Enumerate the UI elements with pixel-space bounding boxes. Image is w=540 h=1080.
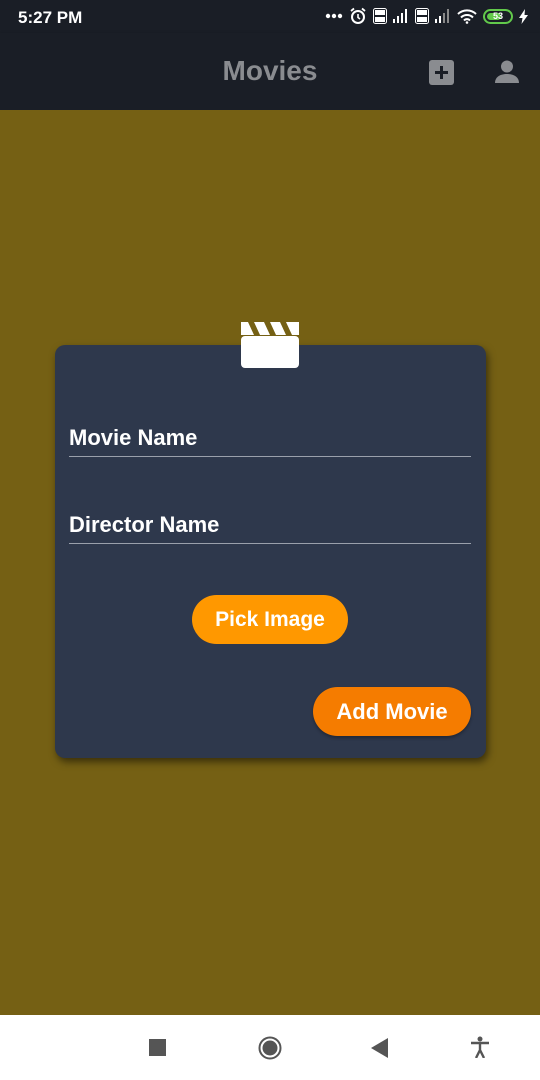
pick-image-button[interactable]: Pick Image bbox=[192, 595, 348, 644]
recents-square-icon[interactable] bbox=[149, 1039, 166, 1056]
volte-icon bbox=[415, 8, 429, 24]
app-bar: Movies bbox=[0, 33, 540, 110]
status-time: 5:27 PM bbox=[18, 8, 83, 27]
app-title: Movies bbox=[222, 55, 318, 86]
system-nav-bar bbox=[0, 1015, 540, 1080]
volte-icon bbox=[373, 8, 387, 24]
director-name-field[interactable]: Director Name bbox=[69, 504, 471, 544]
add-movie-button[interactable]: Add Movie bbox=[313, 687, 471, 736]
signal-icon bbox=[393, 9, 409, 23]
wifi-icon bbox=[457, 8, 477, 24]
battery-icon: 53 bbox=[483, 8, 513, 24]
home-circle-icon[interactable] bbox=[258, 1036, 282, 1060]
accessibility-icon[interactable] bbox=[470, 1036, 490, 1059]
add-box-icon[interactable] bbox=[429, 60, 454, 85]
add-movie-card: Movie Name Director Name Pick Image Add … bbox=[55, 345, 486, 758]
status-icons: 53 bbox=[325, 7, 528, 25]
alarm-icon bbox=[349, 7, 367, 25]
clapperboard-icon bbox=[240, 320, 300, 368]
person-icon[interactable] bbox=[494, 59, 520, 85]
director-name-input[interactable] bbox=[69, 504, 471, 543]
status-bar: 5:27 PM 53 bbox=[0, 0, 540, 33]
signal-icon bbox=[435, 9, 451, 23]
movie-name-input[interactable] bbox=[69, 417, 471, 456]
more-dots-icon bbox=[325, 13, 343, 19]
movie-name-field[interactable]: Movie Name bbox=[69, 417, 471, 457]
back-triangle-icon[interactable] bbox=[371, 1038, 389, 1058]
page-body: Movie Name Director Name Pick Image Add … bbox=[0, 110, 540, 1015]
charging-icon bbox=[519, 8, 528, 24]
